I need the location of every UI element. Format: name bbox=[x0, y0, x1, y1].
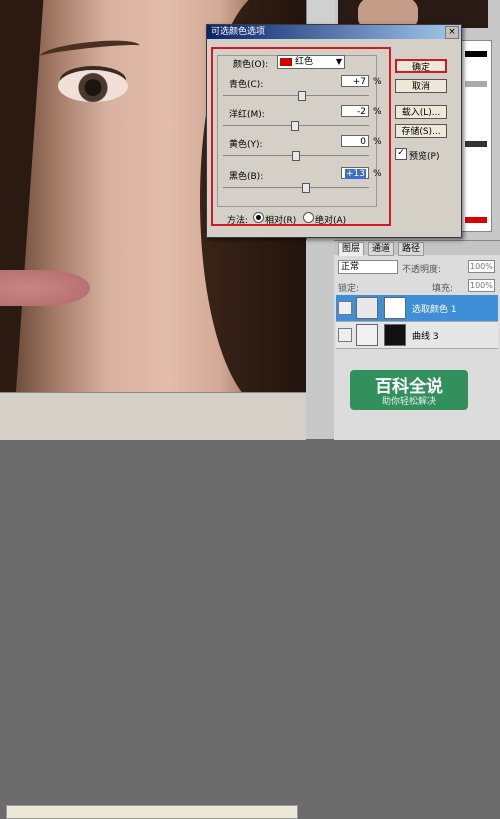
dialog-title: 可选颜色选项 bbox=[211, 27, 266, 37]
preview-checkbox[interactable]: ✓ bbox=[395, 148, 407, 160]
color-bar-black bbox=[465, 51, 487, 57]
magenta-label: 洋红(M): bbox=[229, 110, 265, 120]
fill-label: 填充: bbox=[432, 284, 454, 294]
watermark-subtitle: 助你轻松解决 bbox=[381, 397, 436, 407]
photo-hair-left bbox=[0, 0, 45, 392]
absolute-label: 绝对(A) bbox=[315, 216, 347, 226]
yellow-slider[interactable] bbox=[292, 151, 300, 161]
photo-eye bbox=[58, 70, 128, 102]
cyan-input[interactable]: +7 bbox=[341, 75, 369, 87]
cyan-track bbox=[223, 95, 369, 96]
canvas-status-area bbox=[0, 392, 306, 819]
relative-label: 相对(R) bbox=[265, 216, 297, 226]
yellow-unit: % bbox=[373, 137, 382, 147]
yellow-label: 黄色(Y): bbox=[229, 140, 263, 150]
fill-input[interactable]: 100% bbox=[468, 279, 495, 292]
blend-mode-select[interactable]: 正常 bbox=[338, 260, 398, 274]
layers-tabs: 图层 通道 路径 bbox=[334, 241, 500, 256]
layers-panel: 图层 通道 路径 正常 不透明度: 100% 锁定: 填充: 100% 选取颜色… bbox=[334, 240, 500, 440]
lock-label: 锁定: bbox=[338, 284, 360, 294]
method-label: 方法: bbox=[227, 216, 249, 226]
curves-thumbnail bbox=[356, 324, 378, 346]
chevron-down-icon: ▼ bbox=[335, 57, 342, 66]
horizontal-scrollbar[interactable] bbox=[6, 805, 298, 819]
colors-select[interactable]: 红色 ▼ bbox=[277, 55, 345, 69]
layer-row-curves[interactable]: 曲线 3 bbox=[336, 322, 498, 349]
histogram-panel bbox=[460, 40, 492, 232]
ok-button[interactable]: 确定 bbox=[395, 59, 447, 73]
layer-visibility-icon[interactable] bbox=[338, 301, 352, 315]
colors-label: 颜色(O): bbox=[233, 60, 269, 70]
black-unit: % bbox=[373, 169, 382, 179]
color-swatch bbox=[280, 58, 292, 66]
mask-thumbnail[interactable] bbox=[384, 324, 406, 346]
black-input-value: +13 bbox=[345, 169, 366, 179]
selective-color-dialog: 可选颜色选项 × 颜色(O): 红色 ▼ 青色(C): +7 % 洋红(M): … bbox=[206, 24, 462, 238]
color-bar-dark bbox=[465, 141, 487, 147]
black-input[interactable]: +13 bbox=[341, 167, 369, 179]
photo-lips bbox=[0, 270, 90, 306]
opacity-input[interactable]: 100% bbox=[468, 260, 495, 273]
save-button[interactable]: 存储(S)... bbox=[395, 124, 447, 138]
layer-row-selective-color[interactable]: 选取颜色 1 bbox=[336, 295, 498, 322]
tab-paths[interactable]: 路径 bbox=[398, 242, 425, 256]
black-track bbox=[223, 187, 369, 188]
cyan-label: 青色(C): bbox=[229, 80, 264, 90]
tab-channels[interactable]: 通道 bbox=[368, 242, 395, 256]
layer-name: 选取颜色 1 bbox=[412, 305, 457, 315]
colors-value: 红色 bbox=[295, 57, 314, 67]
magenta-unit: % bbox=[373, 107, 382, 117]
black-label: 黑色(B): bbox=[229, 172, 264, 182]
magenta-slider[interactable] bbox=[290, 121, 299, 131]
opacity-label: 不透明度: bbox=[402, 265, 442, 275]
magenta-input[interactable]: -2 bbox=[341, 105, 369, 117]
cyan-unit: % bbox=[373, 77, 382, 87]
cyan-slider[interactable] bbox=[297, 91, 306, 101]
preview-label: 预览(P) bbox=[409, 152, 440, 162]
watermark-logo: 百科全说 助你轻松解决 bbox=[350, 370, 468, 410]
absolute-radio[interactable] bbox=[303, 212, 314, 223]
yellow-input[interactable]: 0 bbox=[341, 135, 369, 147]
load-button[interactable]: 载入(L)... bbox=[395, 105, 447, 119]
photo-eyebrow bbox=[39, 36, 141, 66]
close-icon[interactable]: × bbox=[445, 26, 459, 39]
adjustment-thumbnail bbox=[356, 297, 378, 319]
layer-visibility-icon[interactable] bbox=[338, 328, 352, 342]
tab-layers[interactable]: 图层 bbox=[338, 242, 365, 256]
color-bar-gray bbox=[465, 81, 487, 87]
layer-name: 曲线 3 bbox=[412, 332, 439, 342]
relative-radio[interactable] bbox=[253, 212, 264, 223]
dialog-titlebar[interactable]: 可选颜色选项 × bbox=[207, 25, 461, 39]
color-bar-red bbox=[465, 217, 487, 223]
cancel-button[interactable]: 取消 bbox=[395, 79, 447, 93]
mask-thumbnail[interactable] bbox=[384, 297, 406, 319]
black-slider[interactable] bbox=[302, 183, 311, 193]
